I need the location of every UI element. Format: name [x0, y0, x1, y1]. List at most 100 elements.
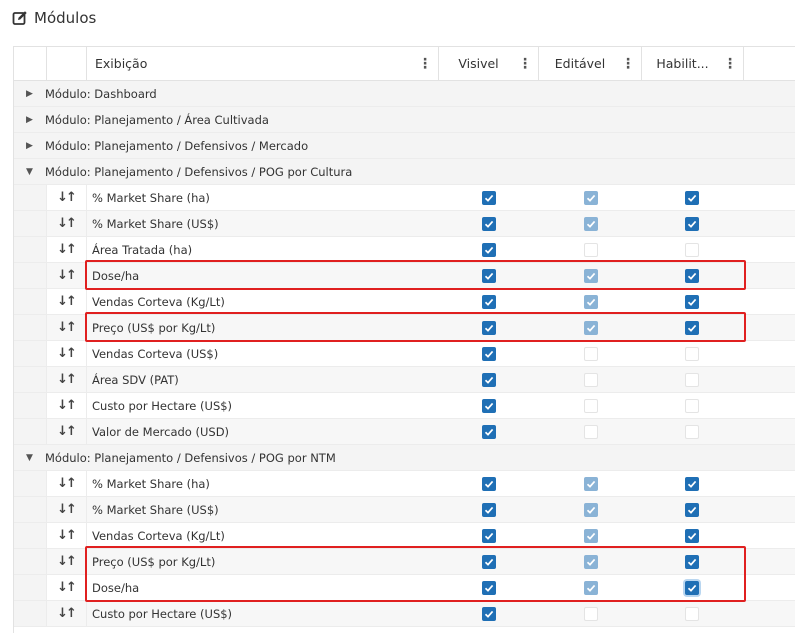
header-visivel[interactable]: Visivel ⋮ — [439, 47, 539, 80]
sort-arrows-icon[interactable]: ↓↑ — [46, 393, 87, 418]
habilitado-checkbox[interactable] — [685, 581, 699, 595]
caret-right-icon[interactable]: ▶ — [26, 89, 36, 99]
group-label: Módulo: Planejamento / Defensivos / Merc… — [45, 138, 309, 153]
habilitado-checkbox[interactable] — [685, 425, 699, 439]
habilitado-checkbox[interactable] — [685, 321, 699, 335]
table-row: ↓↑ Vendas Corteva (US$) — [14, 341, 795, 367]
sort-arrows-icon[interactable]: ↓↑ — [46, 237, 87, 262]
sort-arrows-icon[interactable]: ↓↑ — [46, 341, 87, 366]
visivel-checkbox[interactable] — [482, 607, 496, 621]
group-row[interactable]: ▶ Módulo: Planejamento / Área Cultivada — [14, 107, 795, 133]
sort-arrows-icon[interactable]: ↓↑ — [46, 367, 87, 392]
sort-arrows-icon[interactable]: ↓↑ — [46, 497, 87, 522]
group-row[interactable]: ▼ Módulo: Planejamento / Defensivos / POG… — [14, 445, 795, 471]
visivel-checkbox[interactable] — [482, 295, 496, 309]
group-row[interactable]: ▶ Módulo: Dashboard — [14, 81, 795, 107]
caret-down-icon[interactable]: ▼ — [26, 167, 36, 177]
header-exibicao-label: Exibição — [95, 56, 148, 71]
editavel-checkbox[interactable] — [584, 347, 598, 361]
visivel-checkbox[interactable] — [482, 243, 496, 257]
sort-arrows-icon[interactable]: ↓↑ — [46, 419, 87, 444]
table-row: ↓↑ Área SDV (PAT) — [14, 367, 795, 393]
editavel-checkbox[interactable] — [584, 503, 598, 517]
column-menu-icon[interactable]: ⋮ — [723, 57, 737, 71]
sort-arrows-icon[interactable]: ↓↑ — [46, 263, 87, 288]
editavel-checkbox[interactable] — [584, 217, 598, 231]
habilitado-checkbox[interactable] — [685, 295, 699, 309]
group-label: Módulo: Planejamento / Defensivos / POG … — [45, 164, 353, 179]
table-row: ↓↑ Dose/ha — [14, 575, 795, 601]
editavel-checkbox[interactable] — [584, 529, 598, 543]
editavel-checkbox[interactable] — [584, 477, 598, 491]
header-editavel[interactable]: Editável ⋮ — [539, 47, 642, 80]
grid-header: Exibição ⋮ Visivel ⋮ Editável ⋮ Habilit.… — [14, 47, 795, 81]
sort-arrows-icon[interactable]: ↓↑ — [46, 315, 87, 340]
visivel-checkbox[interactable] — [482, 399, 496, 413]
editavel-checkbox[interactable] — [584, 399, 598, 413]
page-title: Módulos — [12, 6, 96, 30]
habilitado-checkbox[interactable] — [685, 399, 699, 413]
row-name: % Market Share (US$) — [92, 216, 219, 231]
habilitado-checkbox[interactable] — [685, 347, 699, 361]
visivel-checkbox[interactable] — [482, 503, 496, 517]
habilitado-checkbox[interactable] — [685, 529, 699, 543]
sort-arrows-icon[interactable]: ↓↑ — [46, 523, 87, 548]
caret-right-icon[interactable]: ▶ — [26, 115, 36, 125]
row-name: Custo por Hectare (US$) — [92, 398, 233, 413]
caret-down-icon[interactable]: ▼ — [26, 453, 36, 463]
habilitado-checkbox[interactable] — [685, 477, 699, 491]
sort-arrows-icon[interactable]: ↓↑ — [46, 575, 87, 600]
column-menu-icon[interactable]: ⋮ — [418, 57, 432, 71]
table-row: ↓↑ % Market Share (US$) — [14, 211, 795, 237]
habilitado-checkbox[interactable] — [685, 373, 699, 387]
visivel-checkbox[interactable] — [482, 347, 496, 361]
table-row: ↓↑ Preço (US$ por Kg/Lt) — [14, 549, 795, 575]
sort-arrows-icon[interactable]: ↓↑ — [46, 185, 87, 210]
editavel-checkbox[interactable] — [584, 191, 598, 205]
table-row: ↓↑ Custo por Hectare (US$) — [14, 393, 795, 419]
group-row[interactable]: ▼ Módulo: Planejamento / Defensivos / POG… — [14, 159, 795, 185]
visivel-checkbox[interactable] — [482, 269, 496, 283]
habilitado-checkbox[interactable] — [685, 191, 699, 205]
habilitado-checkbox[interactable] — [685, 607, 699, 621]
editavel-checkbox[interactable] — [584, 243, 598, 257]
row-indent — [14, 289, 47, 314]
visivel-checkbox[interactable] — [482, 581, 496, 595]
visivel-checkbox[interactable] — [482, 555, 496, 569]
sort-arrows-icon[interactable]: ↓↑ — [46, 211, 87, 236]
caret-right-icon[interactable]: ▶ — [26, 141, 36, 151]
editavel-checkbox[interactable] — [584, 581, 598, 595]
visivel-checkbox[interactable] — [482, 425, 496, 439]
visivel-checkbox[interactable] — [482, 191, 496, 205]
row-indent — [14, 523, 47, 548]
row-indent — [14, 315, 47, 340]
visivel-checkbox[interactable] — [482, 373, 496, 387]
sort-arrows-icon[interactable]: ↓↑ — [46, 471, 87, 496]
group-row[interactable]: ▶ Módulo: Planejamento / Defensivos / Mer… — [14, 133, 795, 159]
sort-arrows-icon[interactable]: ↓↑ — [46, 549, 87, 574]
visivel-checkbox[interactable] — [482, 217, 496, 231]
habilitado-checkbox[interactable] — [685, 217, 699, 231]
habilitado-checkbox[interactable] — [685, 555, 699, 569]
row-name: Dose/ha — [92, 580, 140, 595]
visivel-checkbox[interactable] — [482, 529, 496, 543]
habilitado-checkbox[interactable] — [685, 503, 699, 517]
editavel-checkbox[interactable] — [584, 607, 598, 621]
header-exibicao[interactable]: Exibição ⋮ — [87, 47, 439, 80]
column-menu-icon[interactable]: ⋮ — [518, 57, 532, 71]
editavel-checkbox[interactable] — [584, 269, 598, 283]
column-menu-icon[interactable]: ⋮ — [621, 57, 635, 71]
row-indent — [14, 575, 47, 600]
habilitado-checkbox[interactable] — [685, 243, 699, 257]
header-habilitado[interactable]: Habilit... ⋮ — [642, 47, 744, 80]
visivel-checkbox[interactable] — [482, 321, 496, 335]
habilitado-checkbox[interactable] — [685, 269, 699, 283]
visivel-checkbox[interactable] — [482, 477, 496, 491]
editavel-checkbox[interactable] — [584, 555, 598, 569]
sort-arrows-icon[interactable]: ↓↑ — [46, 289, 87, 314]
sort-arrows-icon[interactable]: ↓↑ — [46, 601, 87, 626]
editavel-checkbox[interactable] — [584, 425, 598, 439]
editavel-checkbox[interactable] — [584, 321, 598, 335]
editavel-checkbox[interactable] — [584, 295, 598, 309]
editavel-checkbox[interactable] — [584, 373, 598, 387]
